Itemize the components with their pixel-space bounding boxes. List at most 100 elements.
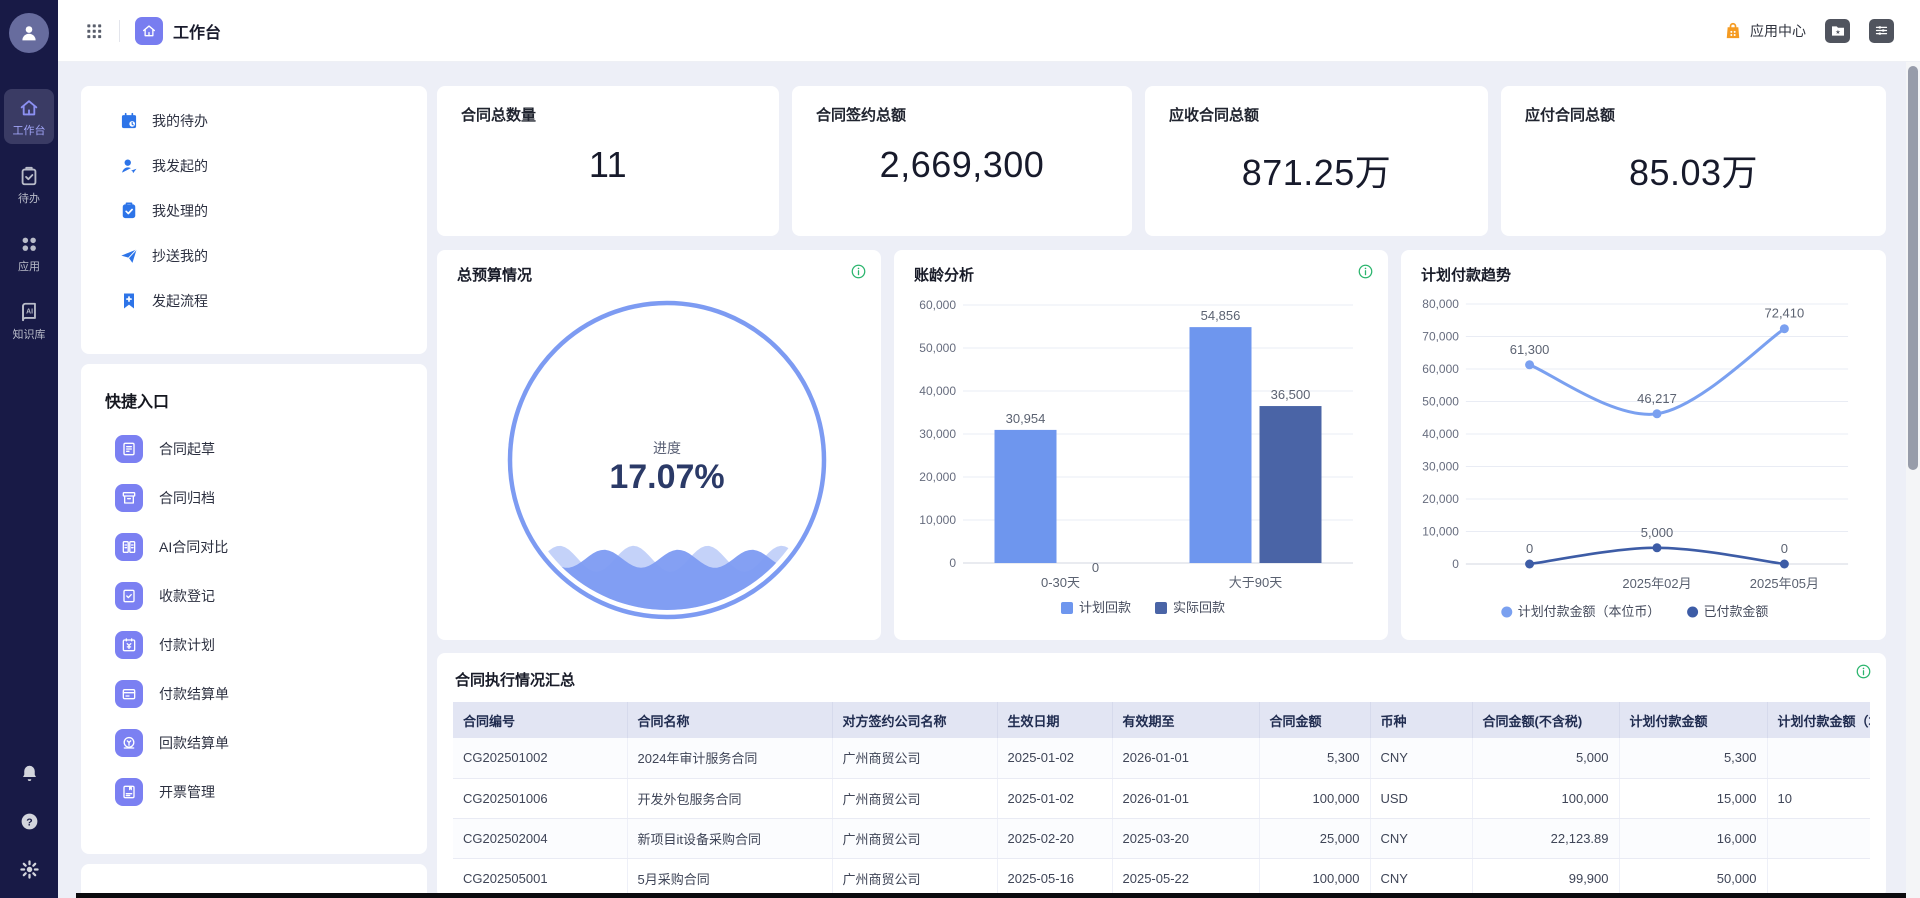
table-cell: 5,300 bbox=[1259, 738, 1370, 778]
column-header-3: 生效日期 bbox=[997, 702, 1112, 738]
column-header-9: 计划付款金额（本位 bbox=[1767, 702, 1870, 738]
column-header-6: 币种 bbox=[1370, 702, 1472, 738]
svg-text:72,410: 72,410 bbox=[1765, 306, 1805, 321]
svg-text:0: 0 bbox=[1092, 560, 1099, 575]
payment-trend-title: 计划付款趋势 bbox=[1421, 264, 1511, 285]
contract-summary-card: 合同执行情况汇总 合同编号合同名称对方签约公司名称生效日期有效期至合同金额币种合… bbox=[437, 653, 1886, 898]
info-icon[interactable] bbox=[1855, 663, 1872, 680]
svg-text:2025年05月: 2025年05月 bbox=[1750, 576, 1819, 591]
quick-item-2[interactable]: AI合同对比 bbox=[105, 522, 403, 571]
doc-edit-icon bbox=[115, 435, 143, 463]
quick-item-0[interactable]: 合同起草 bbox=[105, 424, 403, 473]
table-cell: USD bbox=[1370, 778, 1472, 818]
svg-text:36,500: 36,500 bbox=[1271, 387, 1311, 402]
horizontal-scrollbar[interactable] bbox=[76, 893, 1906, 898]
table-row[interactable]: CG2025050015月采购合同广州商贸公司2025-05-162025-05… bbox=[453, 858, 1870, 898]
quick-item-4[interactable]: 付款计划 bbox=[105, 620, 403, 669]
workbench-app-badge[interactable] bbox=[135, 17, 163, 45]
table-cell bbox=[1767, 858, 1870, 898]
info-icon[interactable] bbox=[1357, 263, 1374, 280]
favorites-folder-button[interactable]: ★ bbox=[1825, 19, 1850, 43]
menu-item-4[interactable]: 发起流程 bbox=[81, 278, 427, 323]
column-header-2: 对方签约公司名称 bbox=[832, 702, 997, 738]
sidebar-item-todo[interactable]: 待办 bbox=[4, 157, 54, 212]
vertical-scrollbar-thumb[interactable] bbox=[1908, 66, 1918, 470]
table-cell: 2026-01-01 bbox=[1112, 738, 1259, 778]
svg-text:60,000: 60,000 bbox=[1422, 362, 1459, 376]
budget-liquid-gauge: 进度17.07% bbox=[437, 250, 881, 640]
table-row[interactable]: CG2025010022024年审计服务合同广州商贸公司2025-01-0220… bbox=[453, 738, 1870, 778]
quick-item-label: 收款登记 bbox=[159, 586, 215, 606]
shopping-bag-icon bbox=[1723, 21, 1743, 41]
contract-table: 合同编号合同名称对方签约公司名称生效日期有效期至合同金额币种合同金额(不含税)计… bbox=[453, 702, 1870, 898]
invoice-icon bbox=[115, 778, 143, 806]
sidebar-item-workbench[interactable]: 工作台 bbox=[4, 89, 54, 144]
table-cell: 100,000 bbox=[1472, 778, 1619, 818]
quick-item-3[interactable]: 收款登记 bbox=[105, 571, 403, 620]
sidebar-item-knowledge[interactable]: AI知识库 bbox=[4, 293, 54, 348]
table-cell: 10 bbox=[1767, 778, 1870, 818]
svg-text:60,000: 60,000 bbox=[919, 298, 956, 312]
payment-trend-line-chart: 010,00020,00030,00040,00050,00060,00070,… bbox=[1401, 250, 1886, 640]
column-header-8: 计划付款金额 bbox=[1619, 702, 1767, 738]
sidebar-item-apps[interactable]: 应用 bbox=[4, 225, 54, 280]
svg-text:已付款金额: 已付款金额 bbox=[1704, 604, 1769, 619]
svg-text:?: ? bbox=[26, 816, 32, 828]
menu-item-label: 发起流程 bbox=[152, 291, 208, 311]
aging-analysis-card: 账龄分析 010,00020,00030,00040,00050,00060,0… bbox=[894, 250, 1388, 640]
menu-item-1[interactable]: 我发起的 bbox=[81, 143, 427, 188]
svg-text:AI: AI bbox=[26, 308, 33, 315]
svg-text:5,000: 5,000 bbox=[1641, 525, 1673, 540]
column-header-5: 合同金额 bbox=[1259, 702, 1370, 738]
table-cell: 99,900 bbox=[1472, 858, 1619, 898]
quick-item-label: 付款计划 bbox=[159, 635, 215, 655]
table-cell: CG202501006 bbox=[453, 778, 627, 818]
menu-item-0[interactable]: 我的待办 bbox=[81, 98, 427, 143]
table-cell: CNY bbox=[1370, 818, 1472, 858]
my-tasks-panel: 我的待办我发起的我处理的抄送我的发起流程 bbox=[81, 86, 427, 354]
person-icon bbox=[18, 22, 40, 44]
table-cell: 开发外包服务合同 bbox=[627, 778, 832, 818]
menu-item-3[interactable]: 抄送我的 bbox=[81, 233, 427, 278]
table-cell: 22,123.89 bbox=[1472, 818, 1619, 858]
quick-item-label: AI合同对比 bbox=[159, 537, 228, 557]
quick-item-7[interactable]: 开票管理 bbox=[105, 767, 403, 816]
table-row[interactable]: CG202502004新项目it设备采购合同广州商贸公司2025-02-2020… bbox=[453, 818, 1870, 858]
table-row[interactable]: CG202501006开发外包服务合同广州商贸公司2025-01-022026-… bbox=[453, 778, 1870, 818]
column-header-1: 合同名称 bbox=[627, 702, 832, 738]
app-center-link[interactable]: 应用中心 bbox=[1723, 21, 1806, 41]
menu-item-label: 我的待办 bbox=[152, 111, 208, 131]
rail-nav: 工作台待办应用 AI知识库 bbox=[4, 89, 54, 361]
table-cell: 广州商贸公司 bbox=[832, 858, 997, 898]
help-icon[interactable]: ? bbox=[19, 811, 40, 832]
gear-icon[interactable] bbox=[19, 859, 40, 880]
quick-item-6[interactable]: 回款结算单 bbox=[105, 718, 403, 767]
svg-text:10,000: 10,000 bbox=[1422, 524, 1459, 538]
column-header-7: 合同金额(不含税) bbox=[1472, 702, 1619, 738]
table-cell: 25,000 bbox=[1259, 818, 1370, 858]
quick-item-5[interactable]: 付款结算单 bbox=[105, 669, 403, 718]
divider bbox=[119, 20, 120, 42]
bell-icon[interactable] bbox=[19, 763, 40, 784]
app-launcher-grid-icon[interactable] bbox=[84, 21, 104, 41]
svg-text:10,000: 10,000 bbox=[919, 513, 956, 527]
svg-text:0: 0 bbox=[1452, 557, 1459, 571]
menu-item-label: 我处理的 bbox=[152, 201, 208, 221]
sidebar-item-label: 应用 bbox=[4, 258, 54, 274]
menu-item-2[interactable]: 我处理的 bbox=[81, 188, 427, 233]
quick-item-1[interactable]: 合同归档 bbox=[105, 473, 403, 522]
table-cell: 新项目it设备采购合同 bbox=[627, 818, 832, 858]
settings-sliders-button[interactable] bbox=[1869, 19, 1894, 43]
top-bar: 工作台 应用中心 ★ bbox=[58, 0, 1920, 62]
doc-compare-icon bbox=[115, 533, 143, 561]
svg-text:20,000: 20,000 bbox=[1422, 492, 1459, 506]
svg-text:大于90天: 大于90天 bbox=[1229, 575, 1282, 590]
avatar[interactable] bbox=[9, 13, 49, 53]
info-icon[interactable] bbox=[850, 263, 867, 280]
svg-text:30,000: 30,000 bbox=[1422, 459, 1459, 473]
svg-text:30,954: 30,954 bbox=[1006, 411, 1046, 426]
quick-item-label: 开票管理 bbox=[159, 782, 215, 802]
stat-card-3: 应付合同总额85.03万 bbox=[1501, 86, 1886, 236]
vertical-scrollbar-track[interactable] bbox=[1906, 62, 1920, 898]
table-cell: 2025-03-20 bbox=[1112, 818, 1259, 858]
